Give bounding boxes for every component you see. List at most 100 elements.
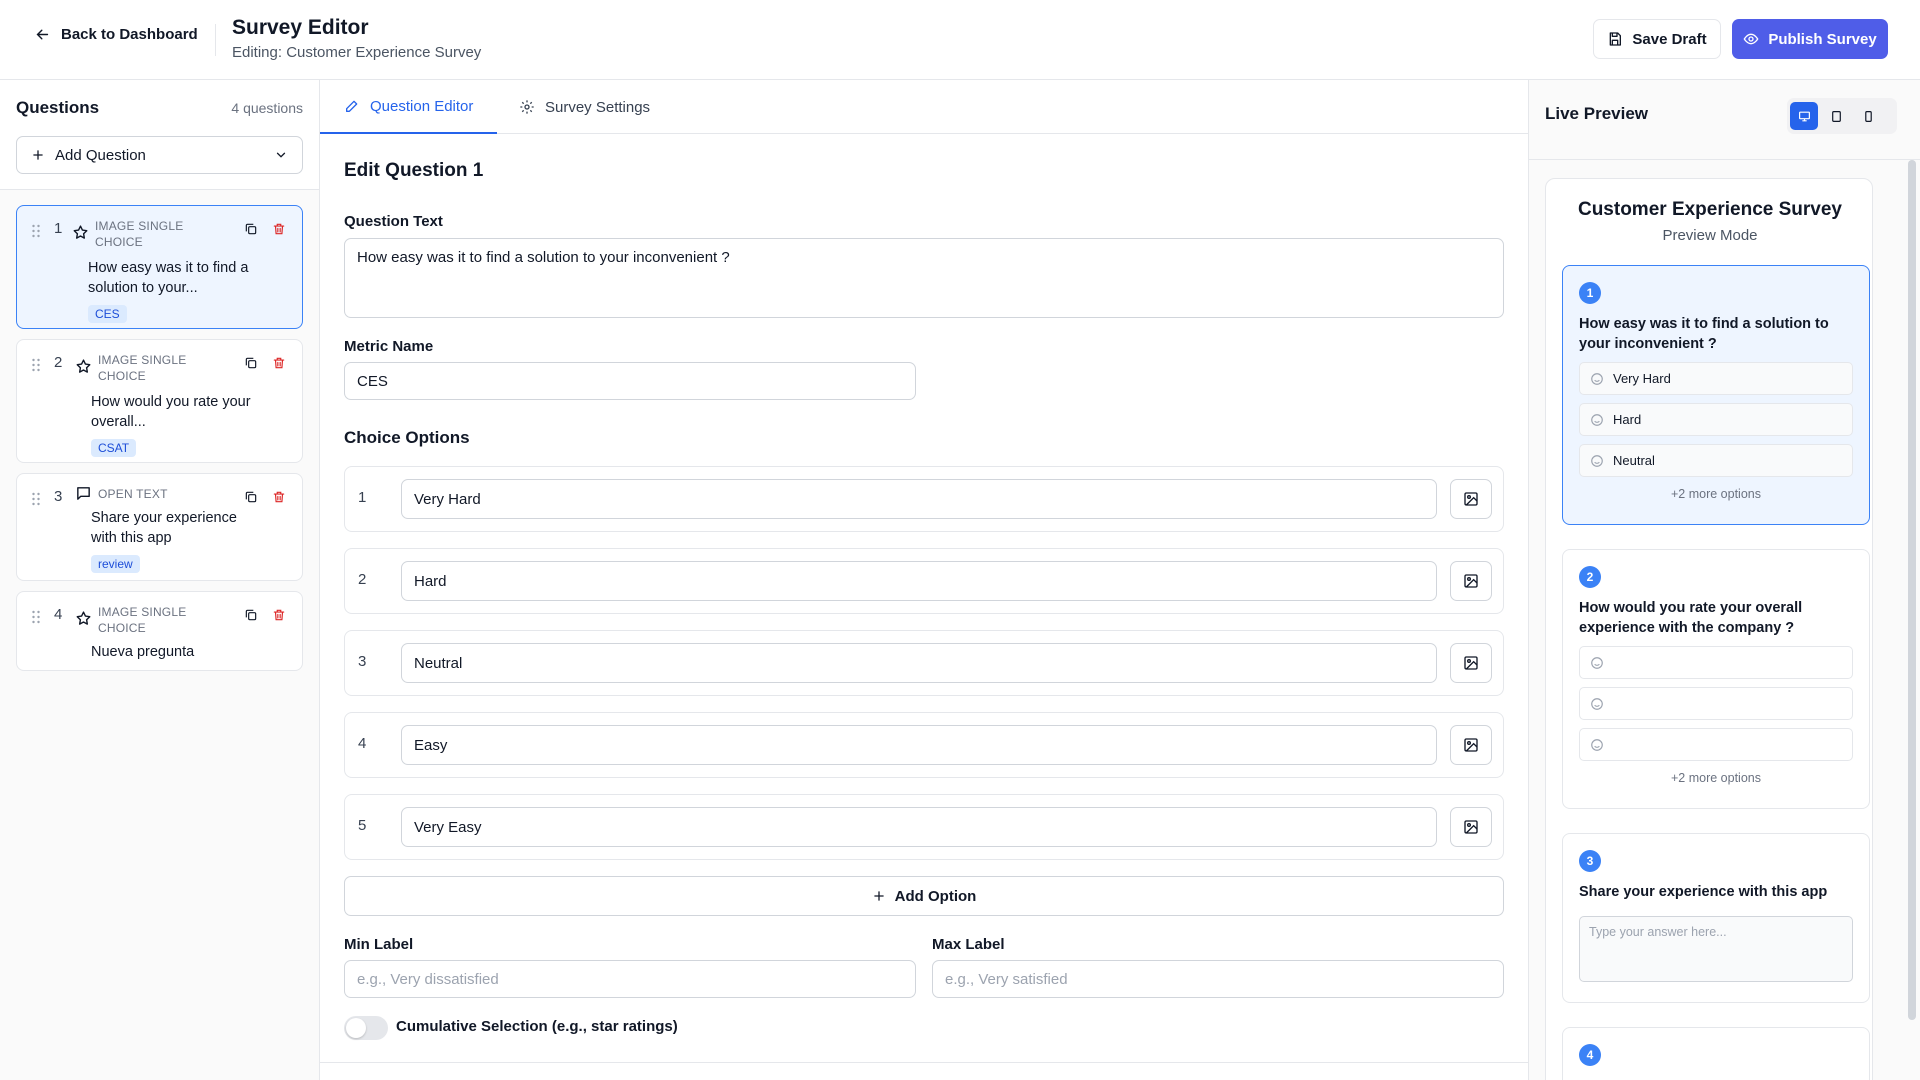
live-preview-title: Live Preview xyxy=(1545,104,1649,123)
question-number: 2 xyxy=(54,354,63,371)
preview-scrollbar[interactable] xyxy=(1908,160,1916,1020)
choice-input[interactable]: Neutral xyxy=(401,643,1437,683)
preview-answer-field[interactable]: Type your answer here... xyxy=(1579,916,1853,982)
preview-option[interactable] xyxy=(1579,687,1853,720)
live-preview-header: Live Preview xyxy=(1529,80,1920,160)
question-text-field[interactable]: How easy was it to find a solution to yo… xyxy=(344,238,1504,318)
choice-number: 2 xyxy=(358,571,367,588)
survey-preview: Customer Experience Survey Preview Mode … xyxy=(1545,178,1873,1080)
preview-option[interactable]: Neutral xyxy=(1579,444,1853,477)
add-option-button[interactable]: Add Option xyxy=(344,876,1504,916)
question-text: Nueva pregunta xyxy=(91,644,195,660)
choice-number: 4 xyxy=(358,735,367,752)
question-card[interactable]: 2 IMAGE SINGLE CHOICE How would you rate… xyxy=(16,339,303,463)
preview-option[interactable]: Hard xyxy=(1579,403,1853,436)
chevron-down-icon xyxy=(276,152,286,158)
back-to-dashboard-button[interactable]: Back to Dashboard xyxy=(34,26,198,43)
questions-count: 4 questions xyxy=(231,100,303,116)
max-label-label: Max Label xyxy=(932,936,1005,953)
tablet-icon xyxy=(1831,110,1841,122)
drag-handle-icon[interactable] xyxy=(31,224,41,238)
question-actions xyxy=(244,608,286,622)
metric-tag: CES xyxy=(88,305,127,323)
page-subtitle: Editing: Customer Experience Survey xyxy=(232,44,482,61)
image-icon xyxy=(1464,492,1478,506)
cumulative-selection-toggle[interactable] xyxy=(344,1016,388,1040)
question-type: IMAGE SINGLE CHOICE xyxy=(95,219,184,249)
choice-option-row: 4 Easy xyxy=(344,712,1504,778)
live-preview-panel: Live Preview Customer Experience Survey … xyxy=(1528,80,1920,1080)
preview-option-label: Hard xyxy=(1613,412,1642,427)
add-option-label: Add Option xyxy=(894,887,977,905)
duplicate-icon[interactable] xyxy=(244,608,258,622)
choice-image-button[interactable] xyxy=(1450,643,1492,683)
choice-image-button[interactable] xyxy=(1450,807,1492,847)
tab-survey-settings[interactable]: Survey Settings xyxy=(495,80,674,134)
publish-label: Publish Survey xyxy=(1768,30,1877,48)
question-type: OPEN TEXT xyxy=(98,487,168,501)
drag-handle-icon[interactable] xyxy=(31,610,41,624)
question-card[interactable]: 3 OPEN TEXT Share your experience with t… xyxy=(16,473,303,581)
smile-icon xyxy=(1591,697,1603,710)
min-label-field[interactable]: e.g., Very dissatisfied xyxy=(344,960,916,998)
publish-survey-button[interactable]: Publish Survey xyxy=(1732,19,1888,59)
preview-option-label: Neutral xyxy=(1613,453,1655,468)
trash-icon[interactable] xyxy=(272,356,286,370)
questions-panel-header: Questions 4 questions Add Question xyxy=(0,80,319,190)
desktop-view-button[interactable] xyxy=(1790,102,1818,130)
choice-input[interactable]: Hard xyxy=(401,561,1437,601)
question-editor-panel: Question Editor Survey Settings Edit Que… xyxy=(320,80,1528,1080)
trash-icon[interactable] xyxy=(272,222,286,236)
choice-input[interactable]: Very Easy xyxy=(401,807,1437,847)
choice-image-button[interactable] xyxy=(1450,725,1492,765)
question-actions xyxy=(244,490,286,504)
question-card[interactable]: 1 IMAGE SINGLE CHOICE How easy was it to… xyxy=(16,205,303,329)
metric-tag: review xyxy=(91,555,140,573)
page-title: Survey Editor xyxy=(232,16,369,39)
metric-name-field[interactable]: CES xyxy=(344,362,916,400)
trash-icon[interactable] xyxy=(272,490,286,504)
question-text-label: Question Text xyxy=(344,213,443,230)
desktop-icon xyxy=(1798,111,1810,121)
choice-input[interactable]: Very Hard xyxy=(401,479,1437,519)
preview-option[interactable] xyxy=(1579,646,1853,679)
image-icon xyxy=(1464,820,1478,834)
drag-handle-icon[interactable] xyxy=(31,492,41,506)
drag-handle-icon[interactable] xyxy=(31,358,41,372)
preview-question: 2 How would you rate your overall experi… xyxy=(1562,549,1870,809)
question-number: 4 xyxy=(54,606,63,623)
image-icon xyxy=(1464,656,1478,670)
choice-input[interactable]: Easy xyxy=(401,725,1437,765)
header-divider xyxy=(215,24,216,56)
question-list: 1 IMAGE SINGLE CHOICE How easy was it to… xyxy=(0,190,319,696)
duplicate-icon[interactable] xyxy=(244,222,258,236)
choice-image-button[interactable] xyxy=(1450,561,1492,601)
max-label-field[interactable]: e.g., Very satisfied xyxy=(932,960,1504,998)
duplicate-icon[interactable] xyxy=(244,356,258,370)
choice-number: 3 xyxy=(358,653,367,670)
choice-number: 5 xyxy=(358,817,367,834)
preview-question-text: How would you rate your overall experien… xyxy=(1579,600,1803,636)
save-draft-button[interactable]: Save Draft xyxy=(1593,19,1721,59)
metric-tag: CSAT xyxy=(91,439,137,457)
image-icon xyxy=(1464,574,1478,588)
question-number-badge: 1 xyxy=(1579,282,1601,304)
mobile-view-button[interactable] xyxy=(1854,102,1882,130)
tablet-view-button[interactable] xyxy=(1822,102,1850,130)
preview-option[interactable]: Very Hard xyxy=(1579,362,1853,395)
preview-option[interactable] xyxy=(1579,728,1853,761)
trash-icon[interactable] xyxy=(272,608,286,622)
save-draft-label: Save Draft xyxy=(1632,30,1707,48)
choice-option-row: 3 Neutral xyxy=(344,630,1504,696)
star-icon xyxy=(76,359,91,373)
more-options-label: +2 more options xyxy=(1671,487,1761,501)
header-bar: Back to Dashboard Survey Editor Editing:… xyxy=(0,0,1920,80)
save-icon xyxy=(1610,32,1622,46)
gear-icon xyxy=(520,100,534,114)
question-card[interactable]: 4 IMAGE SINGLE CHOICE Nueva pregunta xyxy=(16,591,303,671)
add-question-dropdown[interactable]: Add Question xyxy=(16,136,303,174)
duplicate-icon[interactable] xyxy=(244,490,258,504)
star-icon xyxy=(76,611,91,625)
choice-image-button[interactable] xyxy=(1450,479,1492,519)
tab-question-editor[interactable]: Question Editor xyxy=(320,80,498,134)
